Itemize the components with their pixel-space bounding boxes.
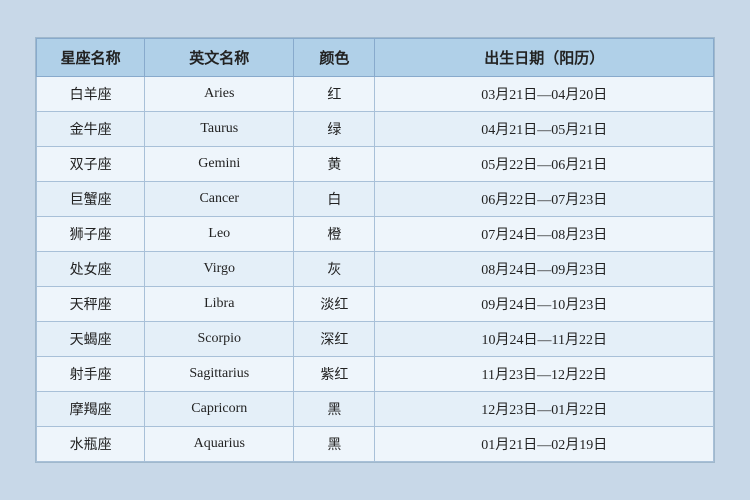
cell-date: 09月24日—10月23日 — [375, 287, 714, 322]
cell-date: 08月24日—09月23日 — [375, 252, 714, 287]
table-header-row: 星座名称 英文名称 颜色 出生日期（阳历） — [37, 39, 714, 77]
table-row: 双子座Gemini黄05月22日—06月21日 — [37, 147, 714, 182]
cell-zh: 射手座 — [37, 357, 145, 392]
cell-color: 红 — [294, 77, 375, 112]
cell-en: Gemini — [145, 147, 294, 182]
cell-date: 05月22日—06月21日 — [375, 147, 714, 182]
zodiac-table-container: 星座名称 英文名称 颜色 出生日期（阳历） 白羊座Aries红03月21日—04… — [35, 37, 715, 463]
cell-color: 白 — [294, 182, 375, 217]
table-row: 摩羯座Capricorn黑12月23日—01月22日 — [37, 392, 714, 427]
cell-color: 黄 — [294, 147, 375, 182]
cell-date: 03月21日—04月20日 — [375, 77, 714, 112]
cell-zh: 狮子座 — [37, 217, 145, 252]
cell-en: Taurus — [145, 112, 294, 147]
header-color: 颜色 — [294, 39, 375, 77]
cell-zh: 天秤座 — [37, 287, 145, 322]
cell-color: 橙 — [294, 217, 375, 252]
table-row: 巨蟹座Cancer白06月22日—07月23日 — [37, 182, 714, 217]
cell-color: 黑 — [294, 427, 375, 462]
cell-zh: 双子座 — [37, 147, 145, 182]
cell-date: 04月21日—05月21日 — [375, 112, 714, 147]
cell-color: 淡红 — [294, 287, 375, 322]
cell-color: 黑 — [294, 392, 375, 427]
zodiac-table: 星座名称 英文名称 颜色 出生日期（阳历） 白羊座Aries红03月21日—04… — [36, 38, 714, 462]
table-row: 狮子座Leo橙07月24日—08月23日 — [37, 217, 714, 252]
cell-en: Scorpio — [145, 322, 294, 357]
header-zh: 星座名称 — [37, 39, 145, 77]
header-en: 英文名称 — [145, 39, 294, 77]
table-row: 天秤座Libra淡红09月24日—10月23日 — [37, 287, 714, 322]
cell-date: 06月22日—07月23日 — [375, 182, 714, 217]
cell-en: Libra — [145, 287, 294, 322]
cell-en: Aquarius — [145, 427, 294, 462]
cell-date: 12月23日—01月22日 — [375, 392, 714, 427]
table-row: 处女座Virgo灰08月24日—09月23日 — [37, 252, 714, 287]
cell-zh: 金牛座 — [37, 112, 145, 147]
cell-en: Aries — [145, 77, 294, 112]
cell-color: 深红 — [294, 322, 375, 357]
header-date: 出生日期（阳历） — [375, 39, 714, 77]
cell-zh: 摩羯座 — [37, 392, 145, 427]
cell-color: 灰 — [294, 252, 375, 287]
cell-color: 绿 — [294, 112, 375, 147]
cell-color: 紫红 — [294, 357, 375, 392]
cell-date: 07月24日—08月23日 — [375, 217, 714, 252]
cell-en: Capricorn — [145, 392, 294, 427]
cell-en: Virgo — [145, 252, 294, 287]
table-row: 白羊座Aries红03月21日—04月20日 — [37, 77, 714, 112]
cell-zh: 天蝎座 — [37, 322, 145, 357]
table-row: 射手座Sagittarius紫红11月23日—12月22日 — [37, 357, 714, 392]
table-row: 金牛座Taurus绿04月21日—05月21日 — [37, 112, 714, 147]
cell-zh: 巨蟹座 — [37, 182, 145, 217]
cell-en: Leo — [145, 217, 294, 252]
table-row: 天蝎座Scorpio深红10月24日—11月22日 — [37, 322, 714, 357]
cell-date: 11月23日—12月22日 — [375, 357, 714, 392]
table-body: 白羊座Aries红03月21日—04月20日金牛座Taurus绿04月21日—0… — [37, 77, 714, 462]
cell-zh: 水瓶座 — [37, 427, 145, 462]
cell-en: Sagittarius — [145, 357, 294, 392]
cell-zh: 白羊座 — [37, 77, 145, 112]
cell-date: 01月21日—02月19日 — [375, 427, 714, 462]
cell-zh: 处女座 — [37, 252, 145, 287]
cell-date: 10月24日—11月22日 — [375, 322, 714, 357]
cell-en: Cancer — [145, 182, 294, 217]
table-row: 水瓶座Aquarius黑01月21日—02月19日 — [37, 427, 714, 462]
